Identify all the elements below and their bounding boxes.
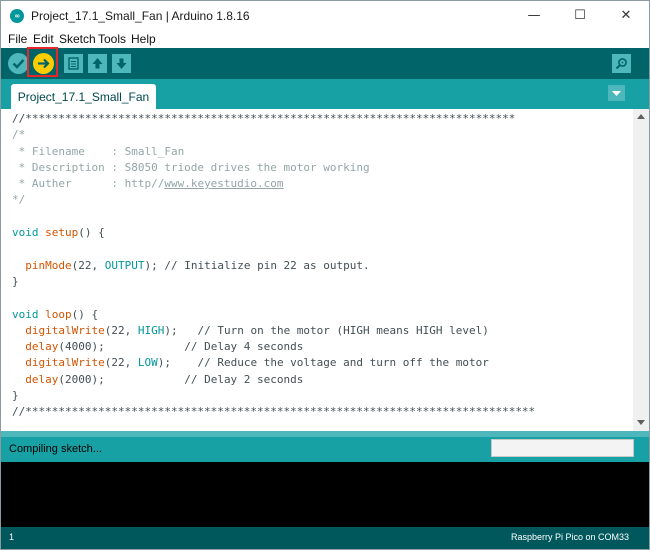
function-digitalwrite: digitalWrite (25, 323, 105, 337)
code-line-14-rest: ); // Turn on the motor (HIGH means HIGH… (164, 323, 489, 337)
code-text: //**************************************… (12, 111, 535, 421)
constant-output: OUTPUT (104, 258, 145, 272)
code-line-10-args: (22, (71, 258, 105, 272)
code-line-14-args: (22, (104, 323, 138, 337)
maximize-button[interactable]: ☐ (557, 1, 603, 31)
status-bar: Compiling sketch... (1, 437, 649, 462)
console-output[interactable] (1, 462, 649, 527)
code-line-1: //**************************************… (12, 112, 516, 125)
minimize-button[interactable]: — (511, 1, 557, 31)
save-button[interactable] (112, 54, 131, 73)
save-icon (116, 58, 127, 69)
verify-button[interactable] (8, 53, 29, 74)
arduino-logo-icon: ∞ (10, 9, 24, 23)
tab-menu-triangle-icon (612, 91, 621, 96)
title-bar: ∞ Project_17.1_Small_Fan | Arduino 1.8.1… (1, 1, 649, 31)
serial-monitor-icon (615, 58, 627, 70)
maximize-icon: ☐ (574, 8, 586, 23)
constant-low: LOW (137, 356, 158, 370)
footer-bar: 1 Raspberry Pi Pico on COM33 (1, 527, 649, 549)
code-line-10-rest: ); // Initialize pin 22 as output. (144, 258, 370, 272)
close-icon: ✕ (620, 8, 632, 23)
new-icon (68, 57, 79, 70)
function-pinmode: pinMode (25, 258, 72, 272)
code-line-11: } (12, 274, 19, 288)
code-line-5-prefix: * Auther : http// (12, 177, 165, 191)
open-button[interactable] (88, 54, 107, 73)
code-line-19: //**************************************… (12, 405, 536, 419)
menu-help[interactable]: Help (131, 32, 156, 46)
arduino-ide-window: ∞ Project_17.1_Small_Fan | Arduino 1.8.1… (0, 0, 650, 550)
code-line-13-rest: () { (71, 307, 99, 321)
verify-icon (12, 59, 25, 69)
menu-bar: File Edit Sketch Tools Help (1, 31, 649, 48)
code-line-2: /* (12, 128, 26, 142)
code-line-18: } (12, 389, 19, 403)
code-line-15-rest: (4000); // Delay 4 seconds (58, 340, 304, 354)
compile-progress-bar (491, 439, 634, 457)
serial-monitor-button[interactable] (612, 54, 631, 73)
toolbar (1, 48, 649, 79)
code-line-17-rest: (2000); // Delay 2 seconds (58, 372, 304, 386)
keyword-void: void (12, 226, 39, 240)
editor-scrollbar[interactable] (633, 109, 649, 431)
code-line-8-rest: () { (78, 226, 105, 240)
tab-menu-button[interactable] (608, 85, 625, 101)
code-line-5-url[interactable]: www.keyestudio.com (164, 177, 283, 190)
upload-highlight-box (27, 47, 58, 77)
code-line-16-rest: ); // Reduce the voltage and turn off th… (157, 356, 489, 370)
function-digitalwrite: digitalWrite (25, 356, 105, 370)
new-button[interactable] (64, 54, 83, 73)
menu-file[interactable]: File (8, 32, 27, 46)
menu-edit[interactable]: Edit (33, 32, 54, 46)
tab-bar: Project_17.1_Small_Fan (1, 79, 649, 109)
window-title: Project_17.1_Small_Fan | Arduino 1.8.16 (31, 9, 250, 23)
close-button[interactable]: ✕ (603, 1, 649, 31)
code-line-16-args: (22, (104, 356, 138, 370)
menu-sketch[interactable]: Sketch (59, 32, 96, 46)
tab-project-17-1-small-fan[interactable]: Project_17.1_Small_Fan (11, 84, 156, 109)
scroll-down-arrow-icon[interactable] (637, 420, 645, 425)
function-delay: delay (25, 340, 59, 354)
constant-high: HIGH (137, 323, 165, 337)
minimize-icon: — (527, 8, 541, 23)
scroll-up-arrow-icon[interactable] (637, 114, 645, 119)
line-number: 1 (9, 532, 15, 542)
function-setup: setup (45, 226, 79, 240)
code-editor[interactable]: //**************************************… (1, 109, 633, 431)
open-icon (92, 58, 103, 69)
code-line-6: */ (12, 193, 26, 207)
board-port-label: Raspberry Pi Pico on COM33 (510, 532, 629, 542)
code-line-3: * Filename : Small_Fan (12, 144, 185, 158)
code-line-4: * Description : S8050 triode drives the … (12, 160, 370, 174)
status-message: Compiling sketch... (9, 443, 102, 455)
keyword-void: void (12, 307, 39, 321)
function-delay: delay (25, 372, 59, 386)
menu-tools[interactable]: Tools (98, 32, 126, 46)
logo-glyph: ∞ (14, 12, 20, 20)
function-loop: loop (45, 307, 72, 321)
